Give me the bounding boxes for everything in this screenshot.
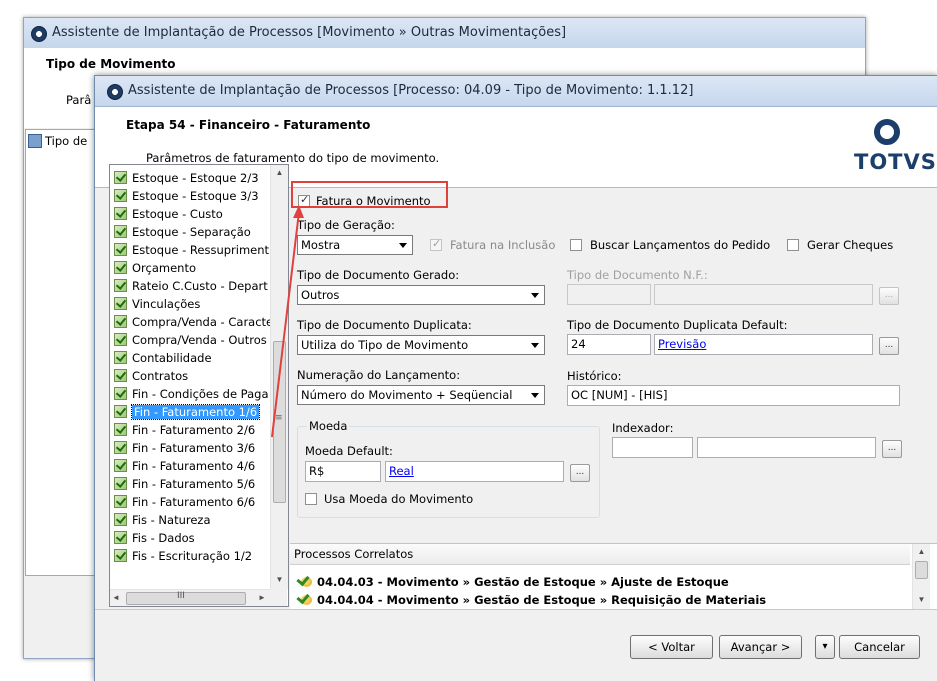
annotation-arrow — [271, 205, 304, 438]
